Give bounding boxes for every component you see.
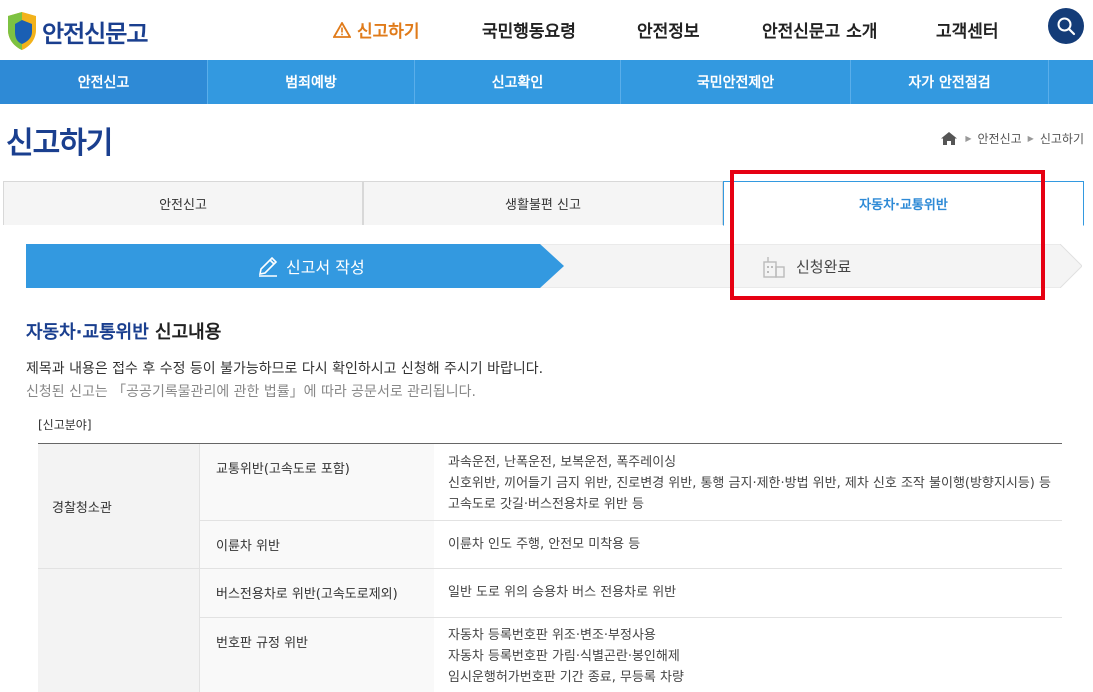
building-icon	[763, 257, 785, 278]
sub-label: 이륜차 위반	[216, 539, 280, 554]
tab-living-inconvenience[interactable]: 생활불편 신고	[363, 181, 723, 225]
desc-license-plate-violation: 자동차 등록번호판 위조·변조·부정사용 자동차 등록번호판 가림·식별곤란·봉…	[434, 618, 1062, 692]
desc-line: 신호위반, 끼어들기 금지 위반, 진로변경 위반, 통행 금지·제한·방법 위…	[448, 476, 1051, 491]
breadcrumb-separator: ▶	[1027, 134, 1034, 143]
section-title-accent: 자동차·교통위반	[26, 322, 149, 343]
sub-traffic-violation[interactable]: 교통위반(고속도로 포함)	[200, 444, 434, 521]
breadcrumb: ▶ 안전신고 ▶ 신고하기	[941, 130, 1084, 147]
gnb-customer-center[interactable]: 고객센터	[936, 17, 999, 42]
gnb-report[interactable]: 신고하기	[333, 17, 420, 42]
subnav-crime-prevention[interactable]: 범죄예방	[208, 60, 415, 104]
subnav-report-check[interactable]: 신고확인	[415, 60, 621, 104]
sub-nav: 안전신고 범죄예방 신고확인 국민안전제안 자가 안전점검	[0, 60, 1093, 104]
category-police: 경찰청소관	[38, 444, 200, 569]
logo-text: 안전신문고	[42, 19, 148, 48]
field-label: [신고분야]	[38, 418, 92, 432]
pencil-icon	[258, 256, 278, 277]
desc-motorcycle-violation: 이륜차 인도 주행, 안전모 미착용 등	[434, 521, 1062, 569]
desc-line: 일반 도로 위의 승용차 버스 전용차로 위반	[448, 585, 677, 600]
desc-line: 이륜차 인도 주행, 안전모 미착용 등	[448, 537, 641, 552]
shield-logo-icon	[8, 12, 36, 50]
sub-label: 버스전용차로 위반(고속도로제외)	[216, 587, 398, 602]
desc-line: 자동차 등록번호판 위조·변조·부정사용	[448, 628, 656, 643]
subnav-safety-report[interactable]: 안전신고	[0, 60, 208, 104]
sub-bus-lane-violation[interactable]: 버스전용차로 위반(고속도로제외)	[200, 569, 434, 618]
subnav-self-check[interactable]: 자가 안전점검	[851, 60, 1049, 104]
search-icon	[1057, 17, 1076, 36]
notice-text: 제목과 내용은 접수 후 수정 등이 불가능하므로 다시 확인하시고 신청해 주…	[26, 361, 544, 377]
step-complete: 신청완료	[760, 254, 851, 278]
tab-vehicle-traffic[interactable]: 자동차·교통위반	[723, 181, 1084, 226]
step-complete-label: 신청완료	[796, 257, 852, 276]
site-header: 안전신문고 신고하기 국민행동요령 안전정보 안전신문고 소개 고객센터	[0, 0, 1093, 60]
desc-line: 과속운전, 난폭운전, 보복운전, 폭주레이싱	[448, 455, 677, 470]
report-category-table: 경찰청소관 교통위반(고속도로 포함) 과속운전, 난폭운전, 보복운전, 폭주…	[38, 443, 1062, 692]
progress-steps: 신고서 작성 신청완료	[26, 244, 1082, 288]
desc-traffic-violation: 과속운전, 난폭운전, 보복운전, 폭주레이싱 신호위반, 끼어들기 금지 위반…	[434, 444, 1062, 521]
site-logo[interactable]: 안전신문고	[5, 8, 148, 54]
desc-line: 고속도로 갓길·버스전용차로 위반 등	[448, 497, 644, 512]
gnb-action-guide[interactable]: 국민행동요령	[482, 17, 576, 42]
page-title: 신고하기	[6, 126, 113, 161]
breadcrumb-separator: ▶	[965, 134, 972, 143]
subnav-safety-proposal[interactable]: 국민안전제안	[621, 60, 851, 104]
step-write-form-label: 신고서 작성	[286, 258, 365, 277]
sub-license-plate-violation[interactable]: 번호판 규정 위반	[200, 618, 434, 692]
report-type-tabs: 안전신고 생활불편 신고 자동차·교통위반	[3, 181, 1084, 226]
tab-safety-report[interactable]: 안전신고	[3, 181, 363, 225]
warning-icon	[333, 21, 351, 38]
gnb-safety-info[interactable]: 안전정보	[637, 17, 700, 42]
steps-background	[26, 244, 1082, 288]
desc-line: 자동차 등록번호판 가림·식별곤란·봉인해제	[448, 649, 680, 664]
sub-motorcycle-violation[interactable]: 이륜차 위반	[200, 521, 434, 569]
subnav-spacer	[1049, 60, 1093, 104]
home-icon[interactable]	[941, 132, 958, 145]
breadcrumb-current: 신고하기	[1039, 132, 1084, 146]
gnb-about[interactable]: 안전신문고 소개	[762, 17, 877, 42]
notice-records-text: 신청된 신고는 「공공기록물관리에 관한 법률」에 따라 공문서로 관리됩니다.	[26, 384, 476, 400]
gnb-report-label: 신고하기	[357, 22, 420, 42]
search-button[interactable]	[1048, 8, 1084, 44]
section-title: 자동차·교통위반 신고내용	[26, 318, 221, 344]
sub-label: 교통위반(고속도로 포함)	[216, 462, 350, 477]
section-title-rest: 신고내용	[148, 322, 222, 343]
desc-bus-lane-violation: 일반 도로 위의 승용차 버스 전용차로 위반	[434, 569, 1062, 618]
desc-line: 임시운행허가번호판 기간 종료, 무등록 차량	[448, 670, 684, 685]
sub-label: 번호판 규정 위반	[216, 636, 308, 651]
step-write-form: 신고서 작성	[256, 254, 365, 278]
breadcrumb-item[interactable]: 안전신고	[978, 130, 1022, 147]
category-cell-empty	[38, 569, 200, 692]
